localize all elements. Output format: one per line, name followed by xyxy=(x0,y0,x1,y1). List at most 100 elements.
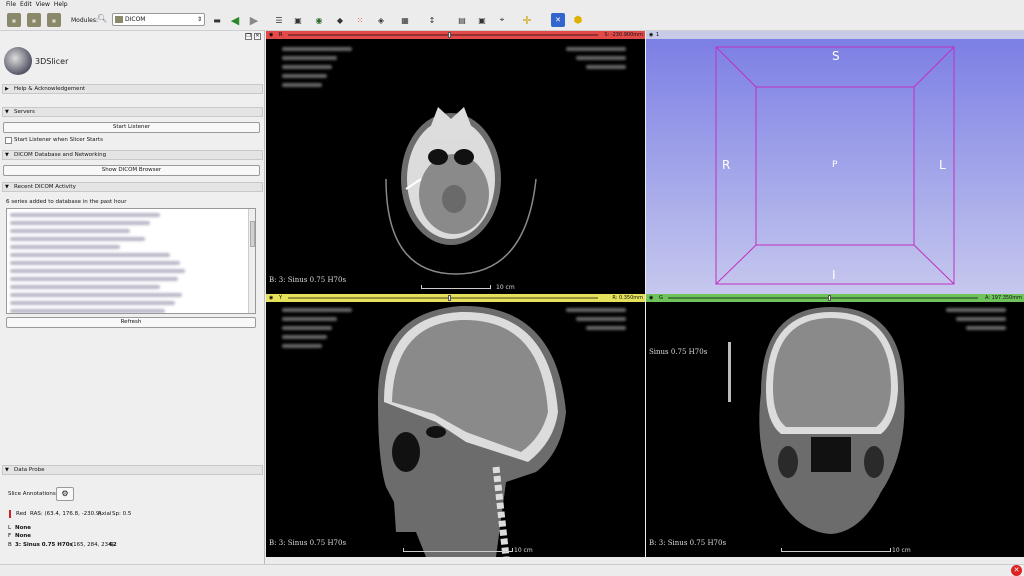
data-module-icon[interactable]: ☰ xyxy=(272,13,286,27)
dicom-db-section-header[interactable]: ▼ DICOM Database and Networking xyxy=(2,150,263,160)
crosshair-icon[interactable]: ✛ xyxy=(520,13,534,27)
yellow-scale-bar xyxy=(403,548,513,552)
pin-icon[interactable]: ◉ xyxy=(649,295,653,301)
probe-red-marker xyxy=(9,510,11,518)
search-icon[interactable]: 🔍︎ xyxy=(97,14,107,23)
layout-icon[interactable]: ▬ xyxy=(210,13,224,27)
data-probe-section-label: Data Probe xyxy=(14,467,45,473)
scene-view-icon[interactable]: ▣ xyxy=(475,13,489,27)
probe-b-ijk: (165, 284, 234) xyxy=(71,542,114,548)
red-offset-slider-handle[interactable] xyxy=(448,32,451,38)
show-dicom-browser-button[interactable]: Show DICOM Browser xyxy=(3,165,260,176)
yellow-volume-label: B: 3: Sinus 0.75 H70s xyxy=(269,539,347,547)
transforms-icon[interactable]: ◆ xyxy=(333,13,347,27)
app-name: 3DSlicer xyxy=(35,57,69,66)
coronal-ct-image xyxy=(728,307,905,534)
sagittal-ct-image xyxy=(377,305,566,557)
yellow-offset-slider[interactable] xyxy=(288,297,598,299)
green-offset-slider[interactable] xyxy=(668,297,978,299)
3d-view-controller: ◉ 1 xyxy=(646,31,1024,39)
green-offset-value: A: 197.350mm xyxy=(984,295,1022,301)
probe-view-name: Red xyxy=(16,511,27,517)
scrollbar-thumb[interactable] xyxy=(250,221,255,247)
data-probe-section-header[interactable]: ▼ Data Probe xyxy=(2,465,263,475)
yellow-view-name: Y xyxy=(279,295,283,301)
modules-label: Modules: xyxy=(71,17,98,24)
start-listener-button[interactable]: Start Listener xyxy=(3,122,260,133)
back-icon[interactable]: ◀ xyxy=(228,13,242,27)
expanded-arrow-icon: ▼ xyxy=(5,152,9,158)
yellow-slice-view[interactable]: B: 3: Sinus 0.75 H70s 10 cm xyxy=(266,302,645,557)
help-section-label: Help & Acknowledgement xyxy=(14,86,86,92)
close-icon[interactable]: ✕ xyxy=(254,33,261,40)
recent-activity-section-header[interactable]: ▼ Recent DICOM Activity xyxy=(2,182,263,192)
list-scrollbar[interactable] xyxy=(248,209,255,313)
probe-b-key: B xyxy=(8,542,12,548)
green-view-name: G xyxy=(659,295,663,301)
green-scale-label: 10 cm xyxy=(892,547,911,554)
3d-view[interactable]: S I R L P xyxy=(646,39,1024,294)
menu-file[interactable]: File xyxy=(6,0,16,9)
view-layout-icon[interactable]: ▦ xyxy=(398,13,412,27)
models-icon[interactable]: ◉ xyxy=(312,13,326,27)
green-scale-bar xyxy=(781,548,891,552)
orientation-right: L xyxy=(939,158,946,172)
menu-edit[interactable]: Edit xyxy=(20,0,32,9)
3d-view-name: 1 xyxy=(656,32,660,38)
recent-activity-list[interactable] xyxy=(6,208,256,314)
screenshot-icon[interactable]: ▤ xyxy=(455,13,469,27)
undock-icon[interactable]: ❐ xyxy=(245,33,252,40)
yellow-offset-slider-handle[interactable] xyxy=(448,295,451,301)
expanded-arrow-icon: ▼ xyxy=(5,467,9,473)
probe-ras: RAS: (63.4, 176.8, -230.9) xyxy=(30,511,102,517)
mouse-mode-icon[interactable]: ⌖ xyxy=(495,13,509,27)
status-bar xyxy=(0,564,1024,576)
forward-icon[interactable]: ▶ xyxy=(247,13,261,27)
red-volume-label: B: 3: Sinus 0.75 H70s xyxy=(269,276,347,284)
probe-b-value: 3: Sinus 0.75 H70s xyxy=(15,542,73,548)
red-slice-view[interactable]: B: 3: Sinus 0.75 H70s 10 cm xyxy=(266,39,645,294)
error-log-icon[interactable]: ✕ xyxy=(1011,565,1022,576)
start-listener-checkbox[interactable] xyxy=(5,137,12,144)
red-view-name: R xyxy=(279,32,283,38)
module-selected: DICOM xyxy=(125,16,146,23)
red-offset-slider[interactable] xyxy=(288,34,598,36)
pin-icon[interactable]: ◉ xyxy=(269,295,273,301)
refresh-button[interactable]: Refresh xyxy=(6,317,256,328)
green-offset-slider-handle[interactable] xyxy=(828,295,831,301)
orientation-bottom: I xyxy=(832,268,836,282)
dicom-load-icon[interactable]: ▦ xyxy=(7,13,21,27)
green-volume-label-top: Sinus 0.75 H70s xyxy=(649,348,708,356)
volumes-icon[interactable]: ▣ xyxy=(291,13,305,27)
crosshair-mode-icon[interactable]: ↕ xyxy=(425,13,439,27)
red-scale-bar xyxy=(421,285,491,289)
dicom-db-section-label: DICOM Database and Networking xyxy=(14,152,107,158)
save-icon[interactable]: ▦ xyxy=(47,13,61,27)
green-slice-view[interactable]: Sinus 0.75 H70s B: 3: Sinus 0.75 H70s 10… xyxy=(646,302,1024,557)
module-selector[interactable]: DICOM ⇕ xyxy=(112,13,205,26)
collapsed-arrow-icon: ▶ xyxy=(5,86,9,92)
python-icon[interactable]: ⬢ xyxy=(571,13,585,27)
recent-summary: 6 series added to database in the past h… xyxy=(6,199,127,205)
segment-icon[interactable]: ◈ xyxy=(374,13,388,27)
dicom-data-icon[interactable]: ▦ xyxy=(27,13,41,27)
gear-icon[interactable]: ⚙ xyxy=(56,487,74,501)
slicer-logo-icon xyxy=(4,47,32,75)
servers-section-header[interactable]: ▼ Servers xyxy=(2,107,263,117)
probe-b-num: 62 xyxy=(109,542,117,548)
menu-help[interactable]: Help xyxy=(54,0,68,9)
pin-icon[interactable]: ◉ xyxy=(649,32,653,38)
markups-icon[interactable]: ⁙ xyxy=(353,13,367,27)
probe-f-value: None xyxy=(15,533,32,539)
expanded-arrow-icon: ▼ xyxy=(5,109,9,115)
probe-f-key: F xyxy=(8,533,12,539)
pin-icon[interactable]: ◉ xyxy=(269,32,273,38)
probe-orientation: Axial xyxy=(98,511,112,517)
orientation-left: R xyxy=(722,158,731,172)
extension-manager-icon[interactable]: ✕ xyxy=(551,13,565,27)
yellow-slice-controller: ◉ Y R: 0.350mm xyxy=(266,294,645,302)
red-slice-controller: ◉ R S: -230.900mm xyxy=(266,31,645,39)
servers-section-label: Servers xyxy=(14,109,35,115)
menu-view[interactable]: View xyxy=(36,0,50,9)
help-section-header[interactable]: ▶ Help & Acknowledgement xyxy=(2,84,263,94)
